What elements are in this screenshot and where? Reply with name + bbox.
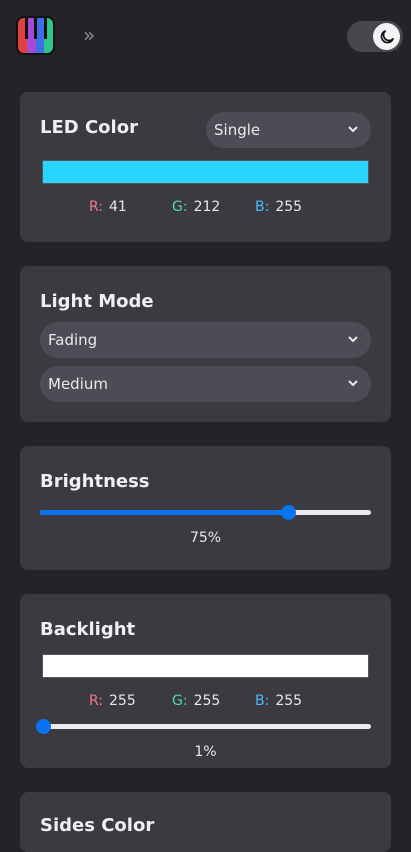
light-mode-card: Light Mode Fading Medium [20,266,391,422]
slider-track [40,724,371,729]
brightness-slider[interactable] [40,502,371,522]
green-value: G: 255 [172,693,221,709]
chevron-down-icon [347,366,359,415]
slider-thumb[interactable] [36,719,52,734]
led-color-card: LED Color Single R: 41 G: 212 B: 255 [20,92,391,242]
red-value: R: 41 [89,199,127,215]
moon-icon [373,23,400,50]
top-bar: » [0,0,411,72]
slider-thumb[interactable] [281,505,297,520]
backlight-slider[interactable] [36,716,371,736]
blue-value: B: 255 [255,199,303,215]
speed-select[interactable]: Medium [40,366,371,402]
led-color-mode-select[interactable]: Single [206,112,371,148]
light-mode-select[interactable]: Fading [40,322,371,358]
sides-color-card: Sides Color [20,792,391,852]
card-title: Brightness [40,471,150,492]
card-title: Backlight [40,619,136,640]
card-title: Light Mode [40,291,154,312]
backlight-percent: 1% [194,744,217,760]
piano-keys-rainbow-icon[interactable] [16,16,55,55]
card-title: LED Color [40,117,138,138]
red-value: R: 255 [89,693,136,709]
chevron-down-icon [347,322,359,371]
select-value: Single [214,121,261,139]
blue-value: B: 255 [255,693,303,709]
brightness-percent: 75% [189,530,222,546]
slider-fill [40,510,289,515]
select-value: Fading [48,331,98,349]
theme-toggle[interactable] [347,21,403,52]
card-title: Sides Color [40,815,155,836]
select-value: Medium [48,375,108,393]
green-value: G: 212 [172,199,221,215]
brightness-card: Brightness 75% [20,446,391,570]
led-color-swatch[interactable] [42,160,369,184]
double-chevron-right-icon[interactable]: » [83,24,95,46]
backlight-card: Backlight R: 255 G: 255 B: 255 1% [20,594,391,768]
backlight-color-swatch[interactable] [42,654,369,678]
chevron-down-icon [347,112,359,161]
